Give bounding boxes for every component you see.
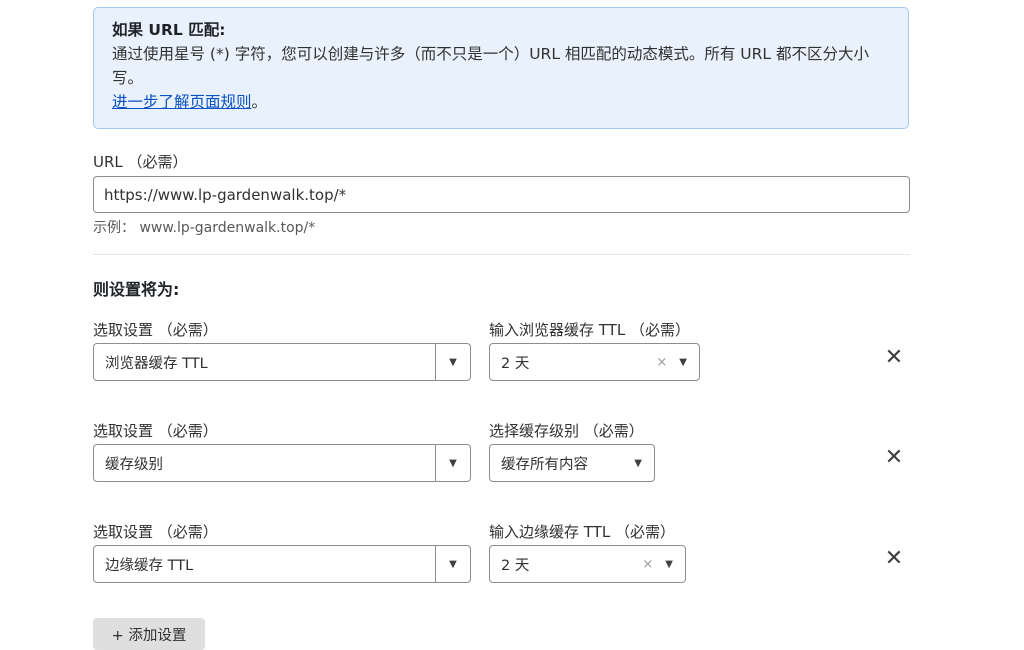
clear-icon[interactable]: ×	[642, 557, 653, 572]
setting-select-value: 缓存级别	[105, 456, 163, 473]
settings-title: 则设置将为:	[93, 280, 180, 299]
dropdown-arrow-icon[interactable]: ▼	[435, 344, 470, 380]
cache-level-value: 缓存所有内容	[501, 456, 588, 473]
chevron-down-icon[interactable]: ▼	[679, 357, 687, 368]
divider	[93, 254, 910, 255]
setting-label: 选取设置 （必需）	[93, 422, 218, 440]
setting-select-browser-cache-ttl[interactable]: 浏览器缓存 TTL ▼	[93, 343, 471, 381]
edge-cache-ttl-value: 2 天	[501, 557, 530, 574]
chevron-down-icon[interactable]: ▼	[634, 458, 642, 469]
value-label: 选择缓存级别 （必需）	[489, 422, 644, 440]
url-input[interactable]	[93, 176, 910, 213]
add-setting-button[interactable]: + 添加设置	[93, 618, 205, 650]
chevron-down-icon[interactable]: ▼	[665, 559, 673, 570]
info-title: 如果 URL 匹配:	[112, 21, 226, 39]
learn-more-link[interactable]: 进一步了解页面规则	[112, 93, 252, 111]
info-link-line: 进一步了解页面规则。	[112, 90, 890, 114]
dropdown-arrow-icon[interactable]: ▼	[435, 445, 470, 481]
setting-select-value: 边缘缓存 TTL	[105, 557, 194, 574]
dropdown-arrow-icon[interactable]: ▼	[435, 546, 470, 582]
value-label: 输入边缘缓存 TTL （必需）	[489, 523, 675, 541]
setting-label: 选取设置 （必需）	[93, 321, 218, 339]
browser-cache-ttl-select[interactable]: 2 天 × ▼	[489, 343, 700, 381]
remove-setting-close-icon[interactable]: ✕	[884, 548, 904, 570]
url-label: URL （必需）	[93, 153, 188, 171]
info-body: 通过使用星号 (*) 字符，您可以创建与许多（而不只是一个）URL 相匹配的动态…	[112, 45, 869, 87]
value-label: 输入浏览器缓存 TTL （必需）	[489, 321, 690, 339]
cache-level-select[interactable]: 缓存所有内容 ▼	[489, 444, 655, 482]
setting-select-value: 浏览器缓存 TTL	[105, 355, 208, 372]
remove-setting-close-icon[interactable]: ✕	[884, 447, 904, 469]
setting-select-edge-cache-ttl[interactable]: 边缘缓存 TTL ▼	[93, 545, 471, 583]
remove-setting-close-icon[interactable]: ✕	[884, 347, 904, 369]
clear-icon[interactable]: ×	[656, 355, 667, 370]
url-example-hint: 示例： www.lp-gardenwalk.top/*	[93, 220, 316, 236]
browser-cache-ttl-value: 2 天	[501, 355, 530, 372]
edge-cache-ttl-select[interactable]: 2 天 × ▼	[489, 545, 686, 583]
info-link-suffix: 。	[251, 93, 268, 111]
setting-label: 选取设置 （必需）	[93, 523, 218, 541]
setting-select-cache-level[interactable]: 缓存级别 ▼	[93, 444, 471, 482]
url-match-info-box: 如果 URL 匹配: 通过使用星号 (*) 字符，您可以创建与许多（而不只是一个…	[93, 7, 909, 129]
